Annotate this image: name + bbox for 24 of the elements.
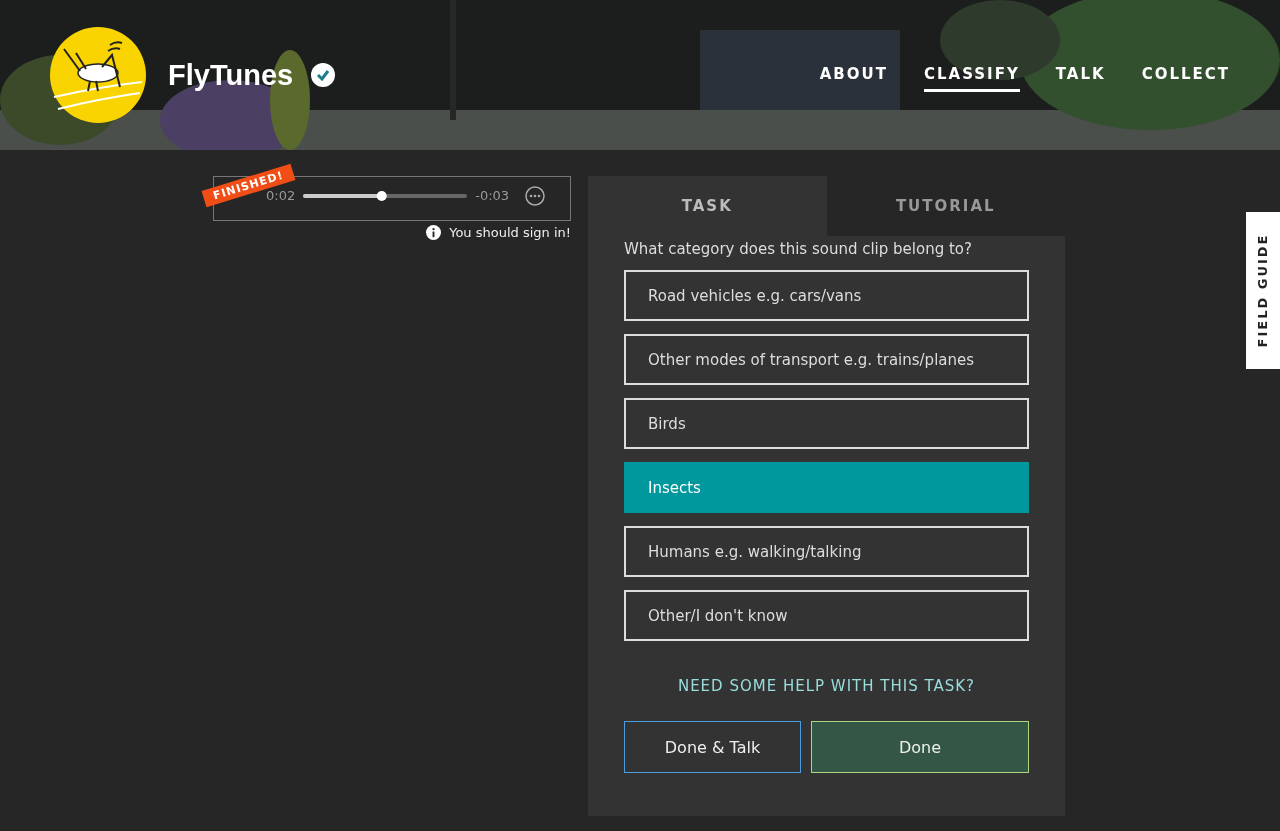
progress-track[interactable] [303, 190, 468, 201]
answer-option[interactable]: Insects [624, 462, 1029, 513]
info-icon [426, 225, 442, 240]
cricket-logo-icon[interactable] [50, 27, 146, 123]
project-title: FlyTunes [168, 58, 294, 92]
done-button[interactable]: Done [811, 721, 1029, 773]
answer-option[interactable]: Road vehicles e.g. cars/vans [624, 270, 1029, 321]
task-question: What category does this sound clip belong to? [624, 240, 973, 258]
answer-option[interactable]: Other/I don't know [624, 590, 1029, 641]
slider-thumb[interactable] [376, 190, 387, 201]
done-and-talk-button[interactable]: Done & Talk [624, 721, 801, 773]
nav-link[interactable]: CLASSIFY [923, 58, 1020, 92]
answer-option[interactable]: Birds [624, 398, 1029, 449]
answer-option[interactable]: Humans e.g. walking/talking [624, 526, 1029, 577]
remaining-time: -0:03 [475, 188, 510, 203]
panel-tab[interactable]: TUTORIAL [826, 176, 1065, 236]
nav-link[interactable]: TALK [1055, 58, 1106, 92]
field-guide-tab[interactable]: FIELD GUIDE [1246, 212, 1280, 369]
answer-option[interactable]: Other modes of transport e.g. trains/planes [624, 334, 1029, 385]
help-link[interactable]: NEED SOME HELP WITH THIS TASK? [677, 677, 976, 695]
nav-link[interactable]: ABOUT [819, 58, 888, 92]
nav-link[interactable]: COLLECT [1141, 58, 1230, 92]
sign-in-notice: You should sign in! [449, 225, 571, 240]
more-options-icon[interactable] [525, 185, 546, 206]
